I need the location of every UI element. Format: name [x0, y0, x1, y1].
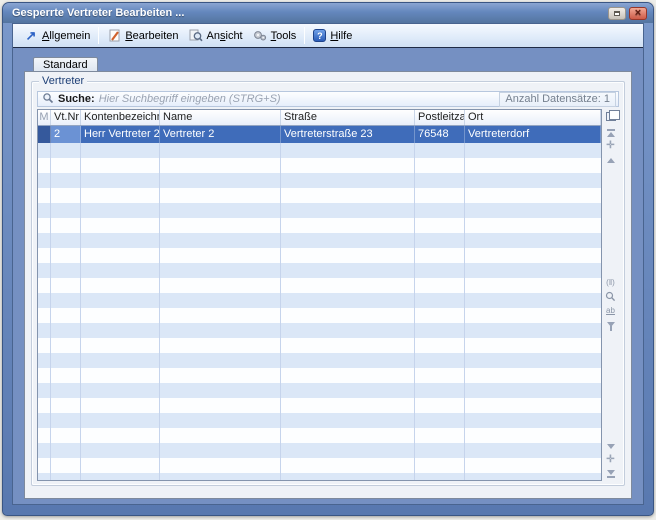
- cell-ort[interactable]: Vertreterdorf: [465, 126, 601, 143]
- tab-strip: Standard: [24, 57, 632, 72]
- search-label: Suche:: [58, 93, 95, 105]
- window-title: Gesperrte Vertreter Bearbeiten ...: [12, 7, 605, 19]
- search-input[interactable]: Hier Suchbegriff eingeben (STRG+S): [99, 93, 496, 105]
- column-width-icon[interactable]: (‖): [606, 275, 615, 289]
- menu-item-allgemein[interactable]: ↗ Allgemein: [19, 27, 95, 45]
- toolbar-separator: [98, 27, 99, 44]
- column-separator: [280, 143, 281, 480]
- menu-label-allgemein: Allgemein: [42, 30, 90, 42]
- edit-mode-icon[interactable]: ab: [606, 303, 615, 317]
- column-separator: [414, 143, 415, 480]
- restore-button[interactable]: [608, 7, 626, 20]
- menu-item-ansicht[interactable]: Ansicht: [184, 27, 248, 45]
- grid-empty-area[interactable]: [38, 143, 601, 480]
- page-down-icon[interactable]: [607, 439, 615, 453]
- menu-bar: ↗ Allgemein Bearbeiten Ansicht T: [13, 24, 643, 48]
- view-magnifier-icon: [189, 29, 203, 43]
- menu-item-hilfe[interactable]: Hilfe: [308, 27, 357, 44]
- cell-kontenbezeichnung[interactable]: Herr Vertreter 2: [81, 126, 160, 143]
- column-chooser-icon[interactable]: [606, 112, 616, 121]
- cell-name[interactable]: Vertreter 2: [160, 126, 281, 143]
- data-grid[interactable]: M Vt.Nr Kontenbezeichnung Name Straße Po…: [37, 109, 602, 481]
- titlebar[interactable]: Gesperrte Vertreter Bearbeiten ...: [3, 3, 653, 23]
- cell-m[interactable]: [38, 126, 51, 143]
- tab-standard[interactable]: Standard: [33, 57, 98, 72]
- menu-item-tools[interactable]: Tools: [248, 27, 302, 45]
- menu-label-bearbeiten: Bearbeiten: [125, 30, 178, 42]
- column-header-strasse[interactable]: Straße: [281, 110, 415, 125]
- column-header-vtnr[interactable]: Vt.Nr: [51, 110, 81, 125]
- scroll-to-top-icon[interactable]: [607, 125, 615, 139]
- column-header-name[interactable]: Name: [160, 110, 281, 125]
- window-frame: ↗ Allgemein Bearbeiten Ansicht T: [12, 23, 644, 505]
- menu-label-tools: Tools: [271, 30, 297, 42]
- menu-label-ansicht: Ansicht: [207, 30, 243, 42]
- column-separator: [159, 143, 160, 480]
- arrow-up-right-icon: ↗: [24, 29, 38, 43]
- edit-note-icon: [107, 29, 121, 43]
- table-row[interactable]: 2 Herr Vertreter 2 Vertreter 2 Vertreter…: [38, 126, 601, 143]
- toolbar-separator: [304, 27, 305, 44]
- move-down-icon[interactable]: ✛: [606, 453, 614, 467]
- filter-icon[interactable]: [607, 317, 615, 331]
- grid-header-row: M Vt.Nr Kontenbezeichnung Name Straße Po…: [38, 110, 601, 126]
- move-up-icon[interactable]: ✛: [606, 139, 614, 153]
- gears-icon: [253, 29, 267, 43]
- tab-page: Vertreter Suche: Hier Suchbegriff eingeb…: [24, 71, 632, 499]
- restore-icon: [614, 11, 620, 16]
- window-background: Standard Vertreter Suche: Hier Suchbegri…: [13, 48, 643, 504]
- groupbox-label: Vertreter: [39, 75, 87, 87]
- cell-vtnr[interactable]: 2: [51, 126, 81, 143]
- vertreter-groupbox: Vertreter Suche: Hier Suchbegriff eingeb…: [31, 81, 625, 486]
- grid-nav-strip: ✛ (‖) ab ✛: [602, 109, 619, 481]
- menu-label-hilfe: Hilfe: [330, 30, 352, 42]
- close-icon: [635, 7, 641, 19]
- column-header-ort[interactable]: Ort: [465, 110, 601, 125]
- column-header-m[interactable]: M: [38, 110, 51, 125]
- page-up-icon[interactable]: [607, 153, 615, 167]
- help-icon: [313, 29, 326, 42]
- search-bar[interactable]: Suche: Hier Suchbegriff eingeben (STRG+S…: [37, 91, 619, 107]
- cell-strasse[interactable]: Vertreterstraße 23: [281, 126, 415, 143]
- column-separator: [50, 143, 51, 480]
- cell-postleitzahl[interactable]: 76548: [415, 126, 465, 143]
- search-icon: [42, 92, 54, 107]
- app-window: Gesperrte Vertreter Bearbeiten ... ↗ All…: [2, 2, 654, 516]
- zoom-icon[interactable]: [605, 289, 616, 303]
- menu-item-bearbeiten[interactable]: Bearbeiten: [102, 27, 183, 45]
- grid-area: M Vt.Nr Kontenbezeichnung Name Straße Po…: [37, 109, 619, 481]
- close-button[interactable]: [629, 7, 647, 20]
- record-count: Anzahl Datensätze: 1: [499, 92, 616, 107]
- column-separator: [80, 143, 81, 480]
- column-header-postleitzahl[interactable]: Postleitzahl: [415, 110, 465, 125]
- scroll-to-bottom-icon[interactable]: [607, 467, 615, 481]
- column-separator: [464, 143, 465, 480]
- column-header-kontenbezeichnung[interactable]: Kontenbezeichnung: [81, 110, 160, 125]
